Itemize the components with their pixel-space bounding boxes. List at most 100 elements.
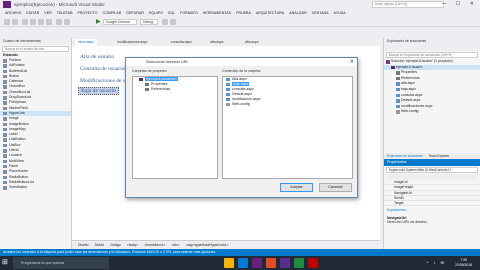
close-icon[interactable]: ✕ [350, 58, 354, 66]
solution-explorer-toolbar [384, 45, 480, 51]
file-name: modificacion.aspx [232, 97, 261, 101]
status-bar: Arrastre los controles a la etiqueta par… [0, 249, 480, 256]
forward-icon[interactable] [12, 19, 18, 25]
menu-item-prueba[interactable]: PRUEBA [236, 11, 251, 15]
menu-item-archivo[interactable]: ARCHIVO [5, 11, 21, 15]
save-all-icon[interactable] [46, 19, 52, 25]
solution-item-label: consulta.aspx [401, 92, 423, 97]
windows-taskbar: ⊞ Pregúntame lo que quieras ^ ♪ ✉ 7:39 2… [0, 256, 480, 270]
menu-item-formato[interactable]: FORMATO [180, 11, 198, 15]
solution-explorer-panel: Explorador de soluciones Buscar en Explo… [383, 38, 480, 159]
open-icon[interactable] [30, 19, 36, 25]
toolbox-panel: Cuadro de herramientas Buscar en el cuad… [0, 38, 72, 250]
file-name: Alta.aspx [232, 77, 247, 81]
file-name: Default.aspx [232, 92, 252, 96]
menu-item-herramientas[interactable]: HERRAMIENTAS [203, 11, 231, 15]
taskbar-app-icon[interactable] [252, 258, 262, 268]
taskbar-app-icon[interactable] [308, 258, 318, 268]
breadcrumb-item[interactable]: <body> [127, 243, 138, 247]
properties-panel: Propiedades HyperLink4 System.Web.UI.Web… [383, 159, 480, 249]
redo-icon[interactable] [64, 19, 70, 25]
menu-item-compilar[interactable]: COMPILAR [103, 11, 122, 15]
menu-item-analizar[interactable]: ANALIZAR [289, 11, 307, 15]
browser-select[interactable]: Google Chrome [103, 19, 137, 25]
menu-item-telefab[interactable]: TELEFAB [57, 11, 73, 15]
solution-item-label: baja.aspx [401, 86, 416, 91]
breadcrumb-item[interactable]: <form#form1> [144, 243, 165, 247]
undo-icon[interactable] [56, 19, 62, 25]
tab-document[interactable]: consulta.aspx [168, 39, 195, 46]
tab-team-explorer[interactable]: Team Explorer [429, 154, 450, 158]
properties-object-select[interactable]: HyperLink4 System.Web.UI.WebControls.H [386, 167, 478, 173]
new-project-icon[interactable] [22, 19, 28, 25]
view-tab[interactable]: Dividir [95, 243, 104, 247]
property-name: ImageUrl [394, 180, 408, 184]
cancel-button[interactable]: Cancelar [319, 183, 352, 192]
run-icon[interactable]: ▶ [96, 19, 102, 25]
taskbar-app-icon[interactable] [266, 258, 276, 268]
back-icon[interactable] [4, 19, 10, 25]
link-alta[interactable]: Alta de usuario [80, 54, 114, 60]
taskbar-app-icon[interactable] [280, 258, 290, 268]
menu-item-ver[interactable]: VER [44, 11, 51, 15]
menu-item-equipo[interactable]: EQUIPO [149, 11, 163, 15]
breadcrumb-item[interactable]: <div> [171, 243, 179, 247]
solution-tree-item[interactable]: Web.config [384, 109, 480, 115]
solution-search-input[interactable]: Buscar en Explorador de soluciones (Ctrl… [386, 52, 478, 58]
browser-link-icon[interactable] [170, 19, 176, 25]
config-select[interactable]: Debug [140, 19, 158, 25]
properties-title: Propiedades [384, 159, 480, 166]
menu-item-sql[interactable]: SQL [168, 11, 175, 15]
solution-item-label: modificaciones.aspx [401, 103, 433, 108]
folder-tree-item[interactable]: Referencias [133, 87, 217, 92]
dialog-title-bar: Seleccionar dirección URL ✕ [126, 58, 357, 66]
save-icon[interactable] [38, 19, 44, 25]
file-icon [396, 76, 400, 81]
view-tab[interactable]: Diseño [78, 243, 89, 247]
project-folders-tree[interactable]: ejemplo1(usuarios) Properties Referencias [132, 76, 218, 179]
menu-item-editar[interactable]: EDITAR [26, 11, 39, 15]
menu-item-ayuda[interactable]: AYUDA [334, 11, 346, 15]
menu-item-proyecto[interactable]: PROYECTO [77, 11, 97, 15]
expressions-link[interactable]: Expresiones... [384, 208, 480, 212]
file-icon [396, 93, 400, 98]
tab-document[interactable]: alta.aspx [242, 39, 262, 46]
accept-button[interactable]: Aceptar [280, 183, 313, 192]
menu-item-depurar[interactable]: DEPURAR [126, 11, 144, 15]
windows-start-icon[interactable]: ⊞ [2, 259, 10, 267]
quick-launch-input[interactable]: Inicio rápido (Ctrl+Q) [372, 1, 444, 8]
file-icon [396, 87, 400, 92]
select-url-dialog: Seleccionar dirección URL ✕ Carpetas de … [125, 57, 358, 198]
file-icon [396, 99, 400, 103]
folder-tree-label: ejemplo1(usuarios) [145, 77, 178, 81]
file-icon [226, 77, 230, 82]
project-icon [139, 77, 143, 82]
taskbar-app-icon[interactable] [238, 258, 248, 268]
breadcrumb-item[interactable]: <asp:hyperlink#HyperLink1> [186, 243, 229, 247]
tab-document[interactable]: alta.aspx [207, 39, 227, 46]
refresh-icon[interactable] [162, 19, 168, 25]
solution-item-label: Referencias [401, 75, 420, 80]
taskbar-app-icon[interactable] [224, 258, 234, 268]
taskbar-search-input[interactable]: Pregúntame lo que quieras [13, 257, 109, 269]
toolbox-search-input[interactable]: Buscar en el cuadro de herr. [2, 46, 69, 52]
tab-document[interactable]: inicio.aspx [75, 39, 97, 46]
link-consulta[interactable]: Consulta de usuarios [80, 66, 127, 72]
tab-solution-explorer[interactable]: Explorador de soluciones [387, 154, 423, 158]
folder-contents-list[interactable]: Alta.aspx baja.aspx consulta.aspx Default.a… [222, 76, 353, 179]
property-row[interactable]: Target [384, 201, 480, 207]
file-list-item[interactable]: Web.config [223, 102, 352, 107]
window-controls[interactable]: — ☐ ✕ [442, 1, 478, 7]
menu-item-ventana[interactable]: VENTANA [312, 11, 329, 15]
taskbar-clock[interactable]: 7:39 22/05/2016 [455, 258, 472, 268]
view-tab[interactable]: Código [110, 243, 121, 247]
clock-date: 22/05/2016 [455, 263, 472, 267]
link-baja[interactable]: Baja de usuario [78, 87, 119, 95]
menu-item-arquitectura[interactable]: ARQUITECTURA [256, 11, 284, 15]
file-name: Web.config [232, 102, 250, 106]
taskbar-app-icon[interactable] [294, 258, 304, 268]
tab-document[interactable]: modificaciones.aspx [114, 39, 151, 46]
toolbox-item-substitution[interactable]: Substitution [0, 185, 71, 190]
system-tray-icons[interactable]: ^ ♪ ✉ [427, 260, 446, 265]
file-icon [396, 110, 400, 114]
